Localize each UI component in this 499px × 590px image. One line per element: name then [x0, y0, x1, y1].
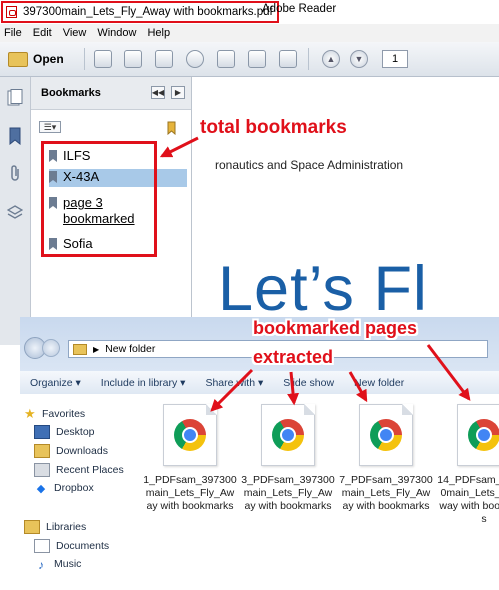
- address-path: New folder: [105, 343, 156, 355]
- annotation-bookmarked-pages: bookmarked pages: [253, 318, 418, 338]
- file-name: 1_PDFsam_397300main_Lets_Fly_Away with b…: [143, 474, 237, 512]
- collapse-panel-icon[interactable]: ◀◀: [151, 86, 165, 99]
- bookmarks-rail-icon[interactable]: [7, 127, 23, 145]
- pdf-file-icon: [261, 404, 315, 466]
- nav-item-dropbox[interactable]: ◆ Dropbox: [34, 482, 94, 495]
- annotation-extracted: extracted: [253, 347, 334, 367]
- email-icon[interactable]: [279, 50, 297, 68]
- folder-icon: [73, 343, 87, 355]
- new-folder-button[interactable]: New folder: [344, 377, 414, 389]
- nav-favorites-label: Favorites: [42, 408, 86, 420]
- nav-item-label: Music: [54, 558, 82, 570]
- export-pdf-icon[interactable]: [124, 50, 142, 68]
- navigation-rail: [0, 77, 31, 345]
- pdf-file-icon: [6, 6, 17, 18]
- forward-arrow-icon[interactable]: [42, 339, 60, 357]
- include-in-library-button[interactable]: Include in library ▾: [91, 377, 196, 389]
- nav-item-label: Dropbox: [54, 482, 94, 494]
- downloads-icon: [34, 444, 50, 458]
- file-name: 14_PDFsam_397300main_Lets_Fly_Away with …: [437, 474, 499, 525]
- layers-icon[interactable]: [7, 203, 23, 221]
- nav-libraries[interactable]: Libraries: [24, 520, 86, 534]
- menu-bar: File Edit View Window Help: [0, 24, 499, 42]
- toolbar-separator: [308, 48, 309, 70]
- nav-item-downloads[interactable]: Downloads: [34, 444, 108, 458]
- window-title-app: Adobe Reader: [262, 3, 337, 15]
- organize-button[interactable]: Organize ▾: [20, 377, 91, 389]
- reader-title-bar: 397300main_Lets_Fly_Away with bookmarks.…: [0, 0, 499, 23]
- menu-window[interactable]: Window: [93, 27, 143, 39]
- folder-open-icon: [8, 51, 28, 67]
- bookmarks-panel-title: Bookmarks: [41, 87, 101, 99]
- toolbar-separator: [84, 48, 85, 70]
- nav-item-recent-places[interactable]: Recent Places: [34, 463, 124, 477]
- star-icon: ★: [24, 406, 36, 421]
- slide-show-button[interactable]: Slide show: [273, 377, 344, 389]
- page-number-input[interactable]: 1: [382, 50, 408, 68]
- save-icon[interactable]: [217, 50, 235, 68]
- menu-view[interactable]: View: [59, 27, 94, 39]
- edit-pdf-icon[interactable]: [155, 50, 173, 68]
- reader-toolbar: Open ▲ ▼ 1: [0, 42, 499, 77]
- bookmark-delete-icon[interactable]: [165, 121, 179, 135]
- previous-page-icon[interactable]: ▲: [322, 50, 340, 68]
- cloud-upload-icon[interactable]: [186, 50, 204, 68]
- pdf-file-icon: [457, 404, 499, 466]
- menu-help[interactable]: Help: [143, 27, 177, 39]
- pdf-file-icon: [163, 404, 217, 466]
- command-bar: Organize ▾ Include in library ▾ Share wi…: [20, 371, 499, 395]
- chrome-icon: [370, 419, 402, 451]
- file-item[interactable]: 14_PDFsam_397300main_Lets_Fly_Away with …: [437, 404, 499, 526]
- chrome-icon: [468, 419, 499, 451]
- open-button-label: Open: [33, 52, 64, 66]
- chrome-icon: [272, 419, 304, 451]
- print-icon[interactable]: [248, 50, 266, 68]
- page-thumbnails-icon[interactable]: [7, 89, 23, 107]
- expand-panel-icon[interactable]: ▶: [171, 86, 185, 99]
- navigation-pane: ★ Favorites Desktop Downloads Recent Pla…: [20, 394, 132, 590]
- breadcrumb-chevron-icon: ▶: [93, 344, 100, 354]
- nav-item-label: Documents: [56, 540, 110, 552]
- nav-libraries-label: Libraries: [46, 521, 87, 533]
- nav-item-label: Downloads: [56, 445, 108, 457]
- file-item[interactable]: 3_PDFsam_397300main_Lets_Fly_Away with b…: [241, 404, 335, 513]
- documents-icon: [34, 539, 50, 553]
- window-title-file: 397300main_Lets_Fly_Away with bookmarks.…: [23, 6, 273, 18]
- desktop-icon: [34, 425, 50, 439]
- annotation-total-bookmarks: total bookmarks: [200, 117, 347, 138]
- adobe-reader-window: 397300main_Lets_Fly_Away with bookmarks.…: [0, 0, 499, 345]
- next-page-icon[interactable]: ▼: [350, 50, 368, 68]
- file-name: 3_PDFsam_397300main_Lets_Fly_Away with b…: [241, 474, 335, 512]
- menu-file[interactable]: File: [0, 27, 29, 39]
- file-item[interactable]: 1_PDFsam_397300main_Lets_Fly_Away with b…: [143, 404, 237, 513]
- file-name: 7_PDFsam_397300main_Lets_Fly_Away with b…: [339, 474, 433, 512]
- bookmarks-panel-header: Bookmarks ◀◀ ▶: [31, 77, 191, 110]
- nav-item-label: Desktop: [56, 426, 95, 438]
- file-item[interactable]: 7_PDFsam_397300main_Lets_Fly_Away with b…: [339, 404, 433, 513]
- nav-item-desktop[interactable]: Desktop: [34, 425, 95, 439]
- libraries-icon: [24, 520, 40, 534]
- nav-favorites[interactable]: ★ Favorites: [24, 406, 85, 422]
- recent-places-icon: [34, 463, 50, 477]
- open-button[interactable]: Open: [4, 47, 68, 71]
- menu-edit[interactable]: Edit: [29, 27, 59, 39]
- share-with-button[interactable]: Share with ▾: [195, 377, 273, 389]
- music-icon: ♪: [38, 558, 44, 572]
- nav-item-music[interactable]: ♪ Music: [34, 558, 82, 572]
- chrome-icon: [174, 419, 206, 451]
- pdf-text-line: ronautics and Space Administration: [215, 158, 404, 172]
- bookmarks-highlight-box: [41, 141, 157, 257]
- pdf-title-text: Let’s Fl: [218, 254, 428, 324]
- bookmark-options-icon[interactable]: ☰▾: [39, 121, 61, 133]
- nav-item-documents[interactable]: Documents: [34, 539, 109, 553]
- dropbox-icon: ◆: [36, 483, 46, 495]
- attachments-paperclip-icon[interactable]: [7, 165, 23, 183]
- pdf-file-icon: [359, 404, 413, 466]
- file-list: 1_PDFsam_397300main_Lets_Fly_Away with b…: [132, 394, 499, 590]
- create-pdf-icon[interactable]: [94, 50, 112, 68]
- title-file-highlight: 397300main_Lets_Fly_Away with bookmarks.…: [1, 1, 279, 23]
- nav-item-label: Recent Places: [56, 464, 124, 476]
